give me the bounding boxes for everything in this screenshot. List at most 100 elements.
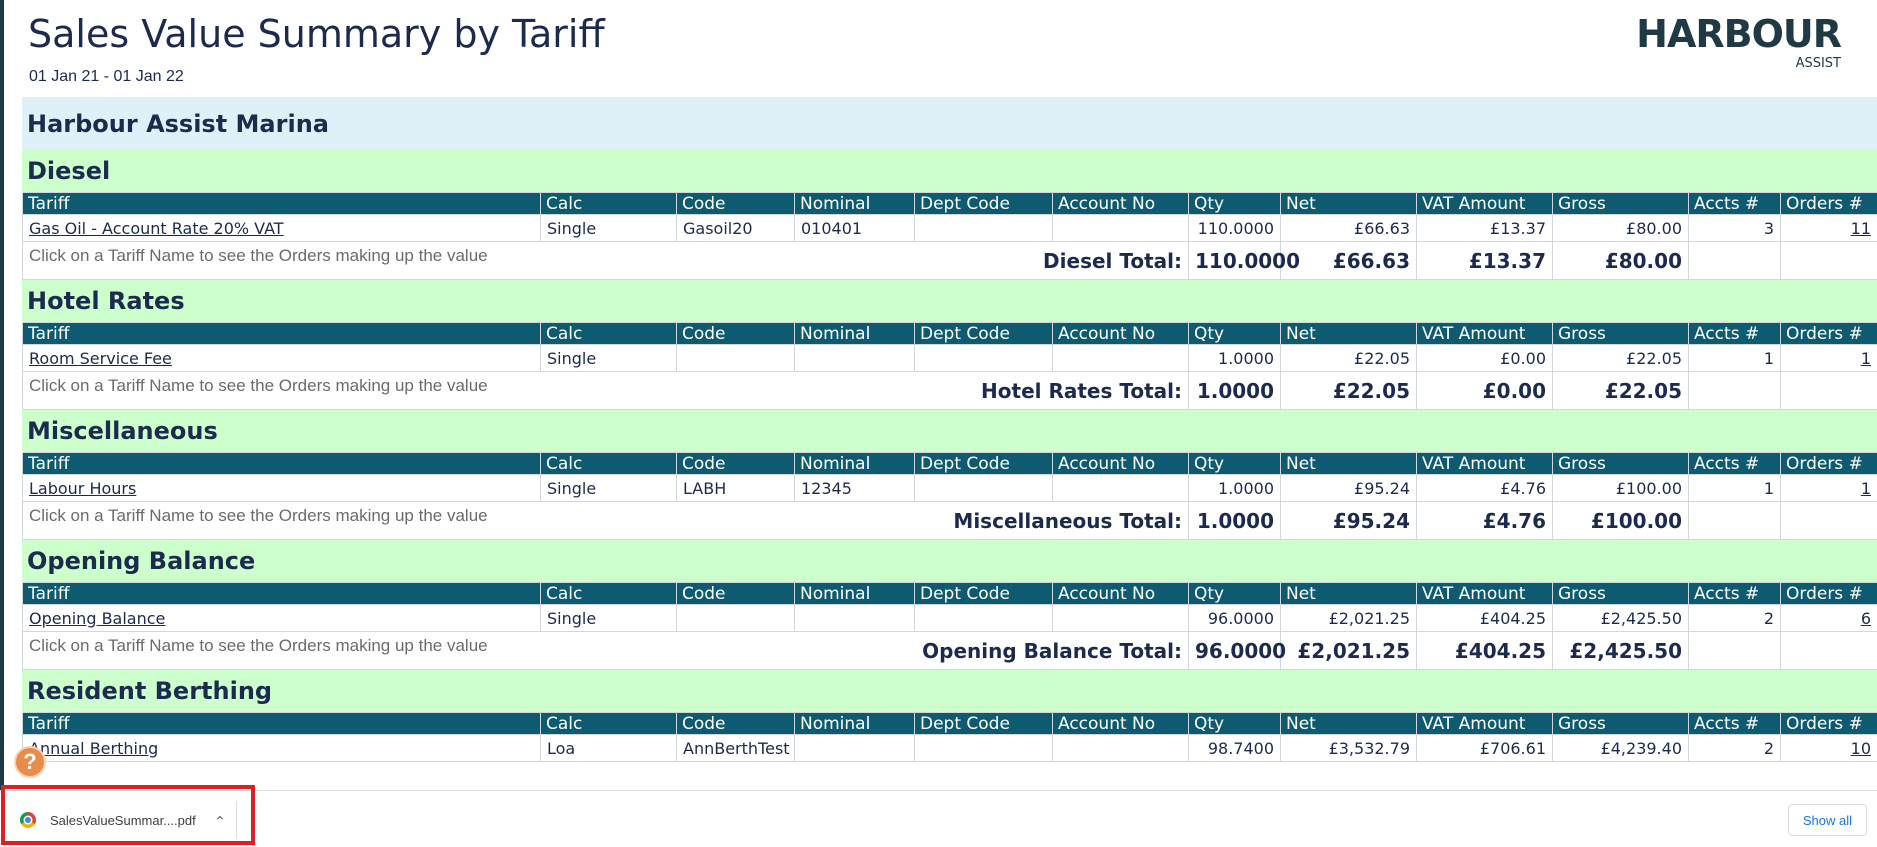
column-header-dept-code: Dept Code bbox=[914, 322, 1053, 345]
report-page: Sales Value Summary by Tariff 01 Jan 21 … bbox=[4, 0, 1877, 790]
total-net: £2,021.25 bbox=[1280, 631, 1417, 670]
total-gross: £80.00 bbox=[1552, 241, 1689, 280]
logo-main-text: HARBOUR bbox=[1636, 12, 1842, 56]
orders-link[interactable]: 6 bbox=[1861, 609, 1871, 628]
show-all-button[interactable]: Show all bbox=[1787, 804, 1867, 836]
cell-code: LABH bbox=[676, 474, 795, 502]
tariff-table: Tariff Calc Code Nominal Dept Code Account No… bbox=[22, 712, 1877, 762]
column-header-vat-amount: VAT Amount bbox=[1416, 712, 1553, 735]
cell-gross: £4,239.40 bbox=[1552, 734, 1689, 762]
column-header-calc: Calc bbox=[540, 452, 677, 475]
cell-orders[interactable]: 1 bbox=[1780, 474, 1877, 502]
chevron-up-icon[interactable]: ⌄ bbox=[214, 812, 226, 829]
cell-net: £95.24 bbox=[1280, 474, 1417, 502]
orders-link[interactable]: 10 bbox=[1851, 739, 1871, 758]
cell-orders[interactable]: 10 bbox=[1780, 734, 1877, 762]
cell-nominal bbox=[794, 604, 915, 632]
tariff-link[interactable]: Room Service Fee bbox=[29, 349, 172, 368]
column-header-dept-code: Dept Code bbox=[914, 582, 1053, 605]
cell-account-no bbox=[1052, 734, 1189, 762]
cell-code: AnnBerthTest bbox=[676, 734, 795, 762]
orders-link[interactable]: 11 bbox=[1851, 219, 1871, 238]
cell-qty: 110.0000 bbox=[1188, 214, 1281, 242]
cell-qty: 1.0000 bbox=[1188, 474, 1281, 502]
cell-qty: 1.0000 bbox=[1188, 344, 1281, 372]
group-total-label: Miscellaneous Total: bbox=[676, 501, 1189, 540]
column-header-tariff: Tariff bbox=[22, 452, 541, 475]
help-icon[interactable]: ? bbox=[14, 746, 46, 778]
column-header-qty: Qty bbox=[1188, 712, 1281, 735]
orders-link[interactable]: 1 bbox=[1861, 479, 1871, 498]
column-header-vat-amount: VAT Amount bbox=[1416, 582, 1553, 605]
cell-nominal bbox=[794, 734, 915, 762]
total-vat: £13.37 bbox=[1416, 241, 1553, 280]
column-header-qty: Qty bbox=[1188, 452, 1281, 475]
tariff-link[interactable]: Labour Hours bbox=[29, 479, 136, 498]
orders-link[interactable]: 1 bbox=[1861, 349, 1871, 368]
column-header-net: Net bbox=[1280, 582, 1417, 605]
total-blank-accts bbox=[1688, 241, 1781, 280]
cell-tariff[interactable]: Opening Balance bbox=[22, 604, 541, 632]
cell-net: £2,021.25 bbox=[1280, 604, 1417, 632]
column-header-gross: Gross bbox=[1552, 322, 1689, 345]
group-heading: Resident Berthing bbox=[22, 670, 1877, 712]
cell-calc: Single bbox=[540, 474, 677, 502]
cell-dept-code bbox=[914, 214, 1053, 242]
report-title: Sales Value Summary by Tariff bbox=[28, 12, 605, 56]
download-file-name[interactable]: SalesValueSummar....pdf bbox=[50, 813, 196, 828]
table-row: Gas Oil - Account Rate 20% VAT Single Gaso… bbox=[22, 214, 1877, 242]
column-header-calc: Calc bbox=[540, 582, 677, 605]
cell-dept-code bbox=[914, 604, 1053, 632]
tariff-link[interactable]: Annual Berthing bbox=[29, 739, 158, 758]
cell-account-no bbox=[1052, 214, 1189, 242]
cell-accts: 2 bbox=[1688, 604, 1781, 632]
column-header-code: Code bbox=[676, 582, 795, 605]
cell-vat-amount: £404.25 bbox=[1416, 604, 1553, 632]
column-header-nominal: Nominal bbox=[794, 582, 915, 605]
cell-accts: 3 bbox=[1688, 214, 1781, 242]
cell-account-no bbox=[1052, 344, 1189, 372]
download-item[interactable]: SalesValueSummar....pdf ⌄ bbox=[10, 799, 240, 841]
table-row: Annual Berthing Loa AnnBerthTest 98.7400 £3,… bbox=[22, 734, 1877, 762]
total-qty: 110.0000 bbox=[1188, 241, 1300, 280]
column-header-accts: Accts # bbox=[1688, 192, 1781, 215]
column-header-qty: Qty bbox=[1188, 582, 1281, 605]
column-header-calc: Calc bbox=[540, 192, 677, 215]
cell-orders[interactable]: 6 bbox=[1780, 604, 1877, 632]
column-header-accts: Accts # bbox=[1688, 452, 1781, 475]
column-header-code: Code bbox=[676, 192, 795, 215]
cell-tariff[interactable]: Gas Oil - Account Rate 20% VAT bbox=[22, 214, 541, 242]
column-header-account-no: Account No bbox=[1052, 712, 1189, 735]
cell-code bbox=[676, 344, 795, 372]
download-bar: SalesValueSummar....pdf ⌄ Show all bbox=[0, 785, 1877, 847]
cell-account-no bbox=[1052, 474, 1189, 502]
cell-orders[interactable]: 11 bbox=[1780, 214, 1877, 242]
tariff-groups: Diesel Tariff Calc Code Nominal Dept Code Acco… bbox=[22, 150, 1877, 762]
column-header-gross: Gross bbox=[1552, 192, 1689, 215]
tariff-table: Tariff Calc Code Nominal Dept Code Account No… bbox=[22, 582, 1877, 670]
column-header-accts: Accts # bbox=[1688, 712, 1781, 735]
column-header-tariff: Tariff bbox=[22, 712, 541, 735]
column-header-tariff: Tariff bbox=[22, 192, 541, 215]
cell-accts: 2 bbox=[1688, 734, 1781, 762]
cell-tariff[interactable]: Room Service Fee bbox=[22, 344, 541, 372]
report-content: Harbour Assist Marina Diesel Tariff Calc Co… bbox=[22, 97, 1877, 762]
column-header-account-no: Account No bbox=[1052, 322, 1189, 345]
tariff-link[interactable]: Opening Balance bbox=[29, 609, 165, 628]
column-header-dept-code: Dept Code bbox=[914, 192, 1053, 215]
column-header-net: Net bbox=[1280, 452, 1417, 475]
group-total-label: Diesel Total: bbox=[676, 241, 1189, 280]
cell-gross: £80.00 bbox=[1552, 214, 1689, 242]
total-blank-accts bbox=[1688, 501, 1781, 540]
cell-orders[interactable]: 1 bbox=[1780, 344, 1877, 372]
cell-calc: Loa bbox=[540, 734, 677, 762]
column-header-nominal: Nominal bbox=[794, 192, 915, 215]
tariff-link[interactable]: Gas Oil - Account Rate 20% VAT bbox=[29, 219, 284, 238]
cell-tariff[interactable]: Annual Berthing bbox=[22, 734, 541, 762]
table-row: Opening Balance Single 96.0000 £2,021.25 £40… bbox=[22, 604, 1877, 632]
tariff-table: Tariff Calc Code Nominal Dept Code Account No… bbox=[22, 192, 1877, 280]
cell-tariff[interactable]: Labour Hours bbox=[22, 474, 541, 502]
cell-qty: 98.7400 bbox=[1188, 734, 1281, 762]
cell-net: £66.63 bbox=[1280, 214, 1417, 242]
tariff-table: Tariff Calc Code Nominal Dept Code Account No… bbox=[22, 452, 1877, 540]
